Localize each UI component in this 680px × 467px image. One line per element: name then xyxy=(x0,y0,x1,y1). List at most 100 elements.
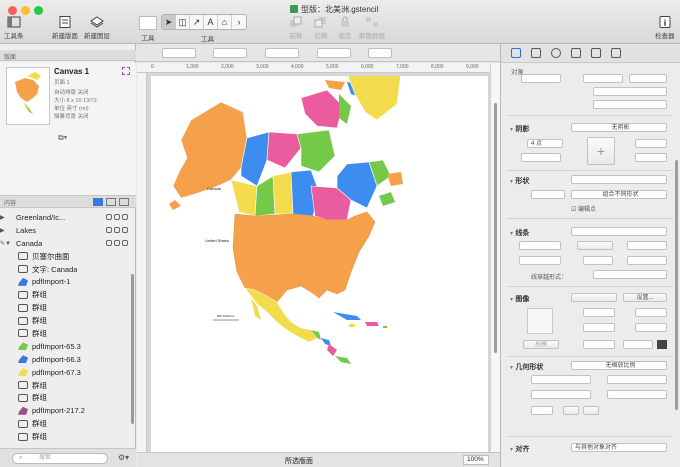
line-color-well[interactable] xyxy=(627,256,667,265)
nunavut-region[interactable] xyxy=(296,129,336,173)
minimize-window-button[interactable] xyxy=(21,6,30,15)
grid-view-icon[interactable] xyxy=(119,198,129,206)
image-fit-button[interactable]: 拇模 xyxy=(523,340,559,349)
lock-button[interactable]: 锁定 xyxy=(338,16,352,40)
shadow-y-field[interactable] xyxy=(635,153,667,162)
shape-tool-icon[interactable]: ◫ xyxy=(176,15,190,29)
image-align-buttons[interactable] xyxy=(571,293,617,302)
flip-vertical-button[interactable] xyxy=(583,406,599,415)
jamaica-region[interactable] xyxy=(349,324,355,327)
shadow-size-field[interactable]: 4 点 xyxy=(527,139,563,148)
layer-child-row[interactable]: 群组 xyxy=(0,301,132,314)
layer-child-row[interactable]: pdfImport-217.2 xyxy=(0,404,132,417)
line-corner-field[interactable] xyxy=(583,256,613,265)
hispaniola-region[interactable] xyxy=(365,322,379,326)
align-target-popup[interactable]: 与其他对象对齐 xyxy=(571,443,667,452)
geometry-x-field[interactable] xyxy=(531,375,591,384)
layer-row[interactable]: ▶ Lakes xyxy=(0,224,132,237)
lock-icon[interactable] xyxy=(122,227,128,234)
list-view-icon[interactable] xyxy=(93,198,103,206)
gear-icon[interactable]: ⚙▾ xyxy=(118,453,129,462)
close-window-button[interactable] xyxy=(8,6,17,15)
layer-child-row[interactable]: 群组 xyxy=(0,430,132,443)
y-position-field[interactable] xyxy=(213,48,247,58)
align-section-title[interactable]: 对齐 xyxy=(509,444,529,454)
canvas-inspector-tab-icon[interactable] xyxy=(571,48,581,58)
nwt-region[interactable] xyxy=(266,131,302,169)
layer-child-row[interactable]: 群组 xyxy=(0,314,132,327)
shape-corner-field[interactable] xyxy=(531,190,565,199)
lock-icon[interactable] xyxy=(122,214,128,221)
disclosure-triangle-icon[interactable]: ✎▼ xyxy=(0,240,16,247)
image-h-field[interactable] xyxy=(635,323,667,332)
panama-region[interactable] xyxy=(335,356,351,364)
properties-inspector-tab-icon[interactable] xyxy=(551,48,561,58)
arctic-island-2[interactable] xyxy=(339,94,351,124)
lines-section-title[interactable]: 线条 xyxy=(509,228,529,238)
layers-scrollbar[interactable] xyxy=(131,274,134,424)
lock-icon[interactable] xyxy=(122,240,128,247)
print-icon[interactable] xyxy=(114,214,120,221)
disclosure-triangle-icon[interactable]: ▶ xyxy=(0,227,16,234)
object-inspector-tab-icon[interactable] xyxy=(511,48,521,58)
greenland-region[interactable] xyxy=(346,73,402,121)
outline-view-icon[interactable] xyxy=(106,198,116,206)
bring-forward-button[interactable]: 前移 xyxy=(289,16,303,40)
united-states-region[interactable] xyxy=(232,211,376,303)
image-settings-popup[interactable]: 设置... xyxy=(623,293,667,302)
layers-search-input[interactable]: ⌕ 搜索 xyxy=(12,453,108,464)
image-w-field[interactable] xyxy=(583,323,615,332)
visibility-eye-icon[interactable] xyxy=(106,240,112,247)
layer-child-row[interactable]: pdfImport-65.3 xyxy=(0,340,132,353)
geometry-scale-popup[interactable]: 无格放比例 xyxy=(571,361,667,370)
geometry-rotation-field[interactable] xyxy=(531,406,553,415)
shadow-x-field[interactable] xyxy=(635,139,667,148)
edit-points-checkbox[interactable]: ☑ 编辑点 xyxy=(571,204,596,213)
fill-option-popup[interactable] xyxy=(593,100,667,109)
canvas-scroll-thumb[interactable] xyxy=(494,103,497,353)
visibility-eye-icon[interactable] xyxy=(106,214,112,221)
geometry-w-field[interactable] xyxy=(531,390,591,399)
flip-horizontal-button[interactable] xyxy=(563,406,579,415)
shadow-position-control[interactable]: + xyxy=(587,137,615,165)
arctic-island-region[interactable] xyxy=(300,89,344,129)
layer-child-row[interactable]: pdfImport-1 xyxy=(0,275,132,288)
more-tools-icon[interactable]: › xyxy=(232,15,246,29)
layer-child-row[interactable]: 群组 xyxy=(0,417,132,430)
shape-section-title[interactable]: 形状 xyxy=(509,176,529,186)
stencil-inspector-tab-icon[interactable] xyxy=(611,48,621,58)
layers-toggle-icon[interactable]: ⧉▾ xyxy=(58,133,67,143)
line-width-field[interactable] xyxy=(519,256,561,265)
arctic-island-3[interactable] xyxy=(325,80,345,90)
geometry-section-title[interactable]: 几何形状 xyxy=(509,362,543,372)
toolbox-button[interactable]: 工具条 xyxy=(4,16,24,40)
image-color-well[interactable] xyxy=(657,340,667,349)
ungroup-button[interactable]: 解散群组 xyxy=(359,16,385,40)
layer-child-row[interactable]: 群组 xyxy=(0,288,132,301)
send-backward-button[interactable]: 后移 xyxy=(314,16,328,40)
shape-style-field[interactable] xyxy=(571,175,667,184)
text-tool-icon[interactable]: A xyxy=(204,15,218,29)
height-field[interactable] xyxy=(317,48,351,58)
disclosure-triangle-icon[interactable]: ▶ xyxy=(0,214,16,221)
bc-region[interactable] xyxy=(230,179,258,217)
fill-style-field[interactable] xyxy=(583,74,623,83)
inspector-button[interactable]: i 检查器 xyxy=(655,16,675,40)
canvas-page-sheet[interactable]: Canada United States 500 1000 km xyxy=(151,73,488,452)
maritimes-region[interactable] xyxy=(379,192,395,206)
layer-child-row[interactable]: 贝塞尔曲面 xyxy=(0,250,132,263)
zoom-window-button[interactable] xyxy=(34,6,43,15)
line-head-popup[interactable] xyxy=(627,241,667,250)
shadow-color-well[interactable] xyxy=(521,153,561,162)
image-section-title[interactable]: 图像 xyxy=(509,294,529,304)
print-icon[interactable] xyxy=(114,240,120,247)
puerto-rico-region[interactable] xyxy=(383,326,387,328)
layer-child-row[interactable]: 文字: Canada xyxy=(0,263,132,276)
layer-row[interactable]: ▶ Greenland/Ic... xyxy=(0,211,132,224)
image-scale-field[interactable] xyxy=(583,340,615,349)
pointer-tool-icon[interactable]: ➤ xyxy=(162,15,176,29)
shadow-section-title[interactable]: 阴影 xyxy=(509,124,529,134)
print-icon[interactable] xyxy=(114,227,120,234)
fill-color-well[interactable] xyxy=(521,74,561,83)
zoom-field[interactable]: 100% xyxy=(463,455,489,465)
